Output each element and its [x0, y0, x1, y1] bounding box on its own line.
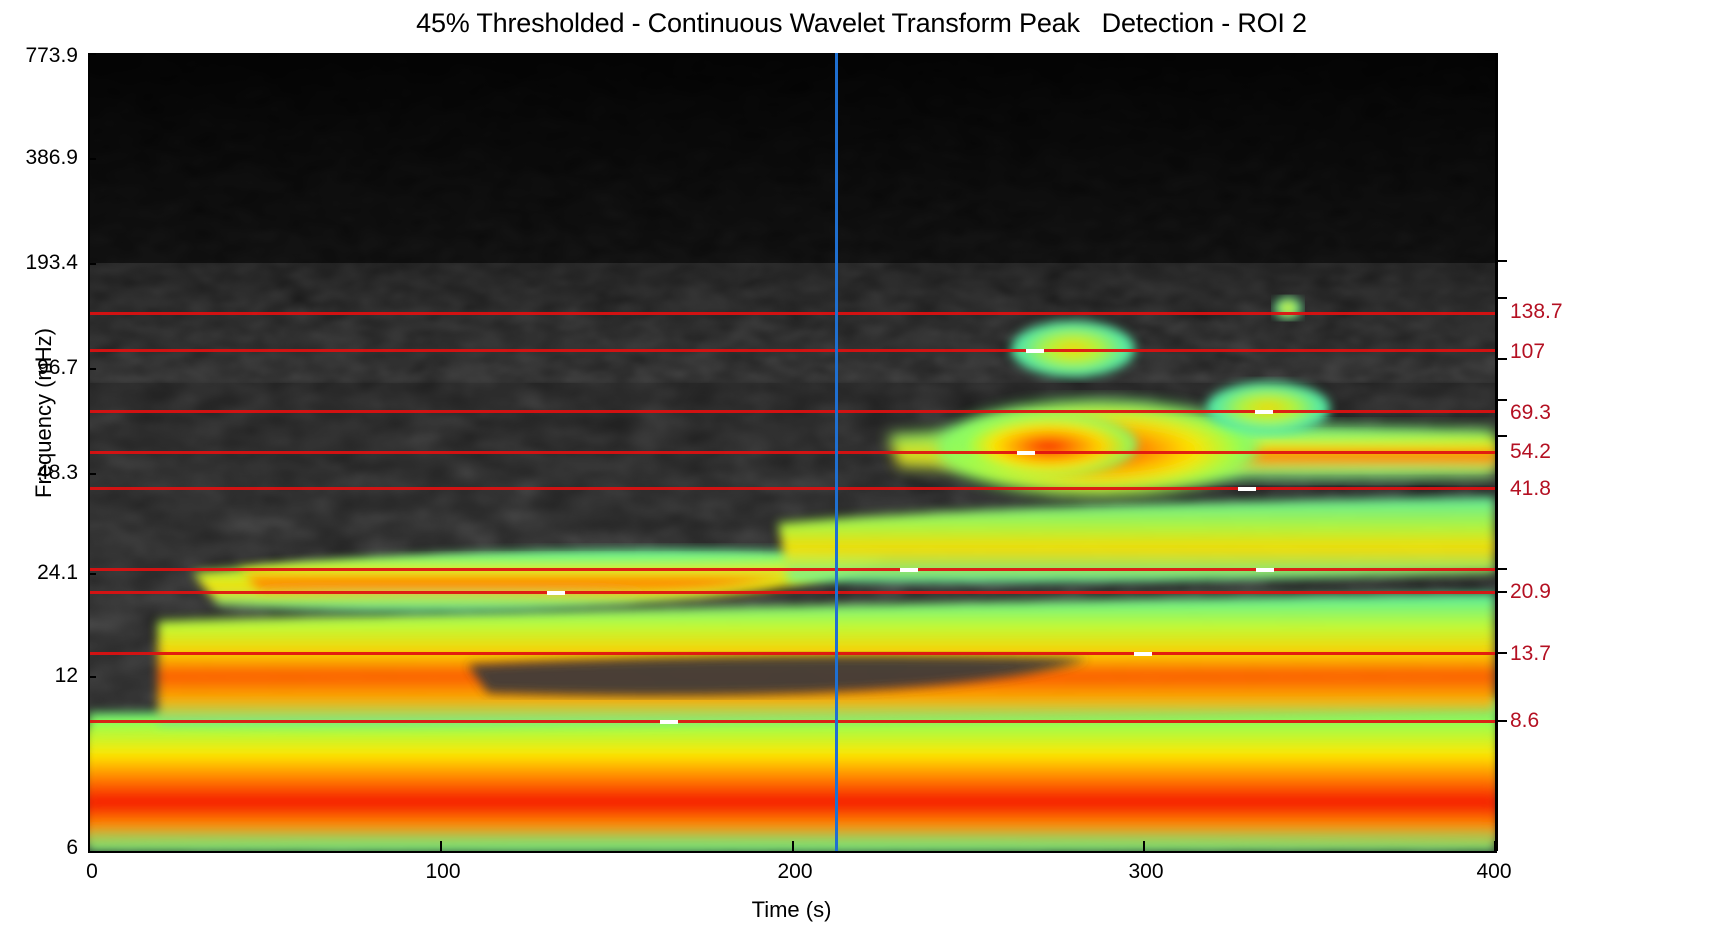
peak-marker-41.8: [1238, 487, 1256, 491]
peak-marker-24.1-b: [1256, 568, 1274, 572]
peak-marker-69.3: [1255, 410, 1273, 414]
ytick-label-386.9: 386.9: [25, 146, 78, 169]
peak-tick-138.7: [1498, 260, 1507, 262]
scalogram-plot-area[interactable]: [88, 53, 1498, 851]
peak-line-8.6: [88, 720, 1495, 723]
peak-marker-20.9: [547, 591, 565, 595]
peak-tick-8.6: [1498, 720, 1507, 722]
time-cursor-line[interactable]: [835, 53, 838, 851]
ytick-label-773.9: 773.9: [25, 44, 78, 67]
peak-marker-13.7: [1134, 652, 1152, 656]
xtick-mark-200: [792, 841, 794, 851]
xtick-mark-300: [1143, 841, 1145, 851]
ytick-mark-6: [88, 851, 96, 853]
ytick-mark-12: [88, 676, 96, 678]
xtick-label-100: 100: [425, 860, 461, 883]
ytick-mark-193.4: [88, 263, 96, 265]
peak-label-8.6: 8.6: [1510, 709, 1540, 732]
ytick-label-12: 12: [54, 664, 78, 687]
peak-label-41.8: 41.8: [1510, 477, 1551, 500]
ytick-mark-24.1: [88, 573, 96, 575]
y-axis-label: Frequency (mHz): [31, 328, 56, 498]
peak-line-54.2: [88, 451, 1495, 454]
peak-tick-20.9: [1498, 591, 1507, 593]
xtick-label-200: 200: [777, 860, 813, 883]
peak-label-107: 107: [1510, 340, 1546, 363]
xtick-mark-100: [440, 841, 442, 851]
peak-tick-41.8: [1498, 435, 1507, 437]
peak-line-107: [88, 349, 1495, 352]
peak-line-69.3: [88, 410, 1495, 413]
peak-label-138.7: 138.7: [1510, 300, 1563, 323]
peak-marker-107: [1026, 349, 1044, 353]
peak-line-138.7: [88, 312, 1495, 315]
ytick-mark-48.3: [88, 473, 96, 475]
wavelet-figure: 45% Thresholded - Continuous Wavelet Tra…: [0, 0, 1723, 933]
peak-label-54.2: 54.2: [1510, 440, 1551, 463]
ytick-label-193.4: 193.4: [25, 251, 78, 274]
xtick-mark-0: [88, 841, 90, 851]
peak-marker-24.1-a: [900, 568, 918, 572]
peak-tick-24.1: [1498, 568, 1507, 570]
peak-marker-54.2: [1017, 451, 1035, 455]
xtick-label-0: 0: [86, 860, 98, 883]
xtick-label-400: 400: [1476, 860, 1512, 883]
chart-title: 45% Thresholded - Continuous Wavelet Tra…: [416, 8, 1307, 38]
peak-line-41.8: [88, 487, 1495, 490]
ytick-mark-386.9: [88, 158, 96, 160]
peak-tick-107: [1498, 297, 1507, 299]
peak-marker-8.6: [660, 720, 678, 724]
peak-line-13.7: [88, 652, 1495, 655]
ytick-label-24.1: 24.1: [37, 561, 78, 584]
ytick-mark-96.7: [88, 368, 96, 370]
peak-tick-13.7: [1498, 652, 1507, 654]
peak-label-20.9: 20.9: [1510, 580, 1551, 603]
peak-tick-69.3: [1498, 358, 1507, 360]
x-axis-label: Time (s): [751, 897, 832, 922]
peak-label-13.7: 13.7: [1510, 642, 1551, 665]
peak-tick-54.2: [1498, 399, 1507, 401]
xtick-mark-400: [1494, 841, 1496, 851]
xtick-label-300: 300: [1128, 860, 1164, 883]
ytick-label-6: 6: [66, 836, 78, 859]
peak-line-24.1: [88, 568, 1495, 571]
ytick-mark-773.9: [88, 53, 96, 55]
peak-label-69.3: 69.3: [1510, 401, 1551, 424]
peak-line-20.9: [88, 591, 1495, 594]
